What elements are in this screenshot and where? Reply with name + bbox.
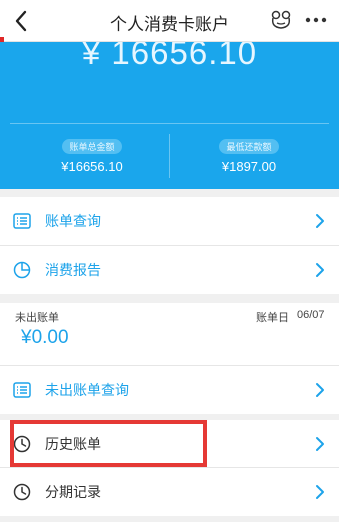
- consumption-report-row[interactable]: 消费报告: [0, 246, 339, 294]
- clock-icon: [13, 483, 31, 501]
- min-payment: 最低还款额 ¥1897.00: [174, 135, 324, 174]
- min-payment-label: 最低还款额: [219, 139, 279, 154]
- list-icon: [13, 213, 31, 229]
- bill-total-value: ¥16656.10: [61, 159, 123, 174]
- chevron-right-icon: [316, 485, 324, 499]
- bill-total-label: 账单总金额: [62, 139, 122, 154]
- pie-chart-icon: [13, 261, 31, 279]
- bill-total: 账单总金额 ¥16656.10: [17, 135, 167, 174]
- account-summary: ¥ 16656.10 账单总金额 ¥16656.10 最低还款额 ¥1897.0…: [0, 42, 339, 189]
- chevron-right-icon: [316, 383, 324, 397]
- list-icon: [13, 382, 31, 398]
- app-screen: 个人消费卡账户 ¥ 16656.10 账单总金额 ¥16656.10 最低还款额…: [0, 0, 339, 522]
- more-button[interactable]: [304, 9, 328, 31]
- bill-day-label: 账单日: [256, 311, 289, 324]
- bill-query-label: 账单查询: [45, 214, 101, 230]
- hero-vertical-divider: [169, 134, 170, 178]
- installment-records-row[interactable]: 分期记录: [0, 468, 339, 516]
- unbilled-amount: ¥0.00: [21, 327, 69, 348]
- unbilled-query-label: 未出账单查询: [45, 383, 129, 399]
- unbilled-section: 未出账单 账单日 06/07 ¥0.00: [0, 303, 339, 365]
- chevron-right-icon: [316, 263, 324, 277]
- more-dots-icon: [305, 17, 327, 23]
- balance-amount: ¥ 16656.10: [81, 42, 258, 71]
- chevron-right-icon: [316, 437, 324, 451]
- bill-query-row[interactable]: 账单查询: [0, 197, 339, 245]
- min-payment-value: ¥1897.00: [221, 159, 277, 174]
- bill-day-value: 06/07: [297, 309, 325, 321]
- highlight-box: [10, 420, 207, 467]
- consumption-report-label: 消费报告: [45, 263, 101, 279]
- installment-records-label: 分期记录: [45, 485, 101, 501]
- unbilled-query-row[interactable]: 未出账单查询: [0, 366, 339, 414]
- unbilled-title: 未出账单: [15, 311, 59, 324]
- hero-divider-line: [10, 123, 329, 124]
- navbar: 个人消费卡账户: [0, 0, 339, 42]
- frog-button[interactable]: [270, 9, 292, 31]
- frog-icon: [271, 10, 291, 29]
- chevron-right-icon: [316, 214, 324, 228]
